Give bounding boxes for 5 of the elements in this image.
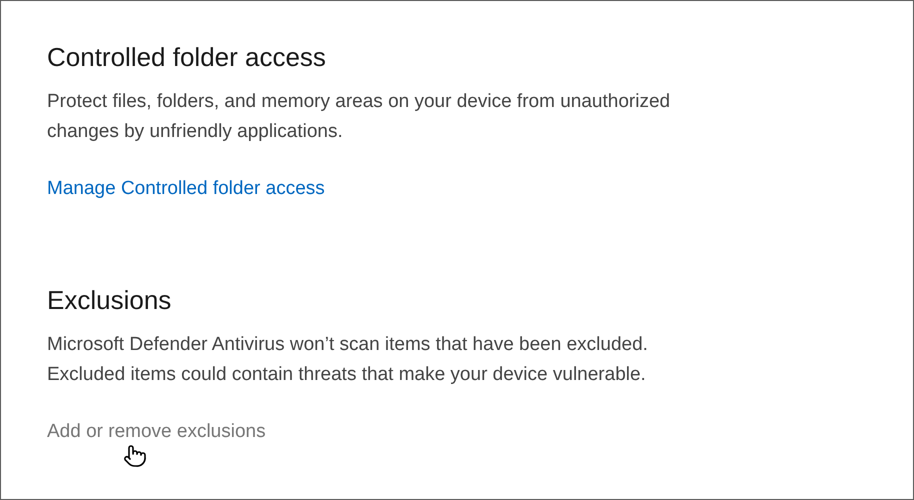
section-description: Protect files, folders, and memory areas on your device from unauthorized changes by unfriendly applications. — [47, 90, 670, 144]
settings-link[interactable]: Manage Controlled folder access — [47, 176, 325, 202]
section-title: Controlled folder access — [47, 41, 326, 74]
section-description: Microsoft Defender Antivirus won’t scan items that have been excluded. Excluded items could contain threats that make your device vulnerable. — [47, 333, 648, 387]
section-title: Exclusions — [47, 284, 172, 317]
